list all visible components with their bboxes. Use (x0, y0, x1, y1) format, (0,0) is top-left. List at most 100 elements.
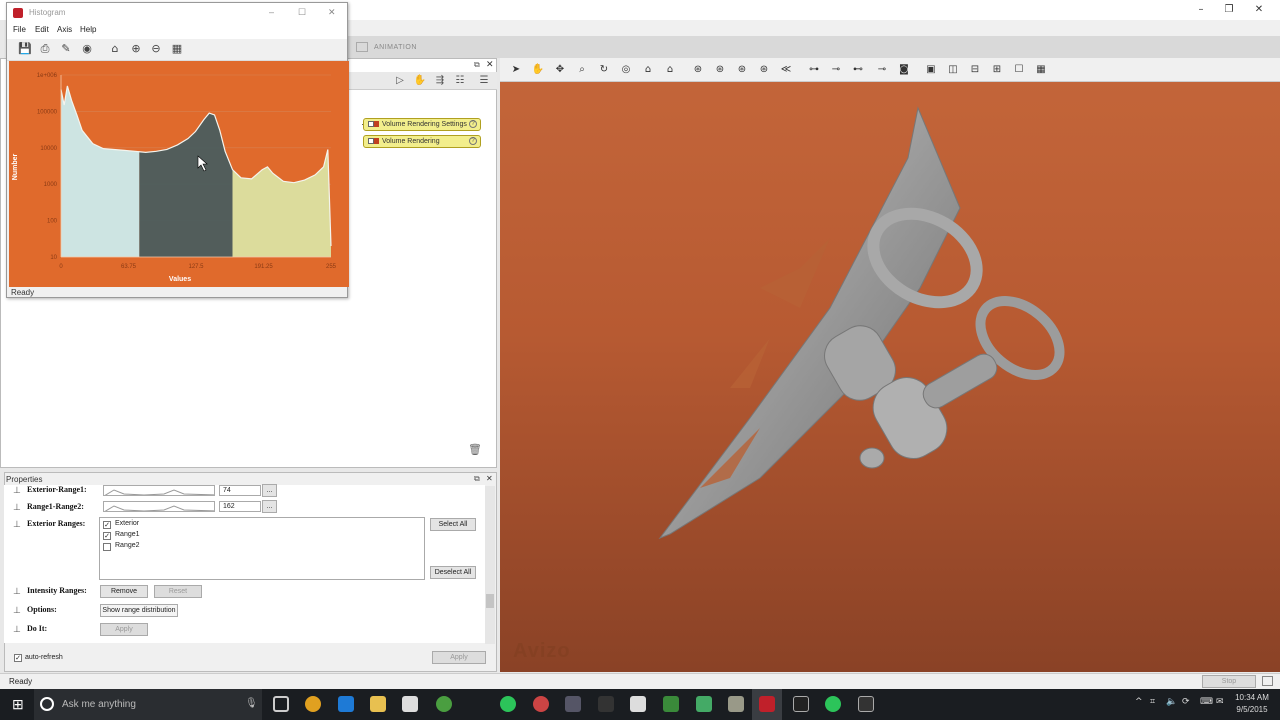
sync-icon[interactable]: ⟳ (1182, 697, 1190, 707)
view-z-icon[interactable]: ⊛ (755, 62, 773, 78)
maximize-icon[interactable]: ❐ (1214, 2, 1244, 18)
zoom-in-icon[interactable]: ⊕ (128, 41, 144, 57)
avizo-taskbar-icon[interactable] (759, 696, 775, 712)
menu-file[interactable]: File (13, 25, 26, 34)
app-icon-8[interactable] (793, 696, 809, 712)
home-icon[interactable]: ⌂ (639, 62, 657, 78)
stop-button[interactable]: Stop (1202, 675, 1256, 688)
help-icon[interactable]: ? (469, 137, 477, 145)
layout-single-icon[interactable]: ▣ (922, 62, 940, 78)
tab-animation[interactable]: ANIMATION (374, 40, 417, 56)
network-icon[interactable]: ⌗ (1150, 697, 1155, 707)
panel-close-icon[interactable]: ✕ (486, 474, 493, 483)
notifications-icon[interactable]: ✉ (1216, 697, 1224, 707)
menu-axis[interactable]: Axis (57, 25, 72, 34)
float-icon[interactable]: ⧉ (474, 474, 480, 484)
zoom-icon[interactable]: ⌕ (573, 62, 591, 78)
app-icon-1[interactable] (533, 696, 549, 712)
menu-help[interactable]: Help (80, 25, 96, 34)
module-volume-rendering[interactable]: Volume Rendering ? (363, 135, 481, 148)
range-checkbox-exterior[interactable]: ✓ (103, 521, 111, 529)
auto-refresh-checkbox[interactable]: ✓ (14, 654, 22, 662)
hand-icon[interactable]: ✋ (529, 62, 547, 78)
microphone-icon[interactable]: 🎙 (245, 698, 258, 709)
range-checkbox-range2[interactable] (103, 543, 111, 551)
pin-icon[interactable]: ⊥ (13, 605, 21, 615)
pin-icon[interactable]: ⊥ (13, 624, 21, 634)
app-icon-6[interactable] (696, 696, 712, 712)
keyboard-icon[interactable]: ⌨ (1200, 697, 1213, 707)
remove-button[interactable]: Remove (100, 585, 148, 598)
module-volume-rendering-settings[interactable]: Volume Rendering Settings ? (363, 118, 481, 131)
exterior-range1-more-button[interactable]: ... (262, 484, 277, 497)
view-x-icon[interactable]: ⊛ (711, 62, 729, 78)
view-y-icon[interactable]: ⊛ (733, 62, 751, 78)
float-icon[interactable]: ⧉ (474, 60, 480, 70)
task-view-icon[interactable] (273, 696, 289, 712)
trash-icon[interactable]: 🗑 (468, 443, 482, 456)
grid-icon[interactable]: ▦ (169, 41, 185, 57)
exterior-ranges-list[interactable]: ✓ Exterior ✓ Range1 Range2 (99, 517, 425, 580)
app-icon-3[interactable] (598, 696, 614, 712)
pin-icon[interactable]: ⊥ (13, 586, 21, 596)
minimize-icon[interactable]: – (269, 7, 274, 17)
range1-range2-field[interactable]: 162 (219, 501, 261, 512)
chrome-alt-icon[interactable] (436, 696, 452, 712)
close-icon[interactable]: ✕ (1244, 2, 1274, 18)
range1-range2-more-button[interactable]: ... (262, 500, 277, 513)
select-icon[interactable]: ▷ (392, 74, 408, 88)
app-icon-2[interactable] (565, 696, 581, 712)
scrollbar-thumb[interactable] (486, 594, 494, 608)
deselect-all-button[interactable]: Deselect All (430, 566, 476, 579)
menu-edit[interactable]: Edit (35, 25, 49, 34)
spotify-alt-icon[interactable] (825, 696, 841, 712)
measure-icon[interactable]: ⊶ (805, 62, 823, 78)
histogram-chart[interactable]: 1e+006 100000 10000 1000 100 100 63.75 127.5 191… (9, 61, 349, 287)
camera-icon[interactable]: ◙ (895, 62, 913, 78)
3d-viewer[interactable] (500, 58, 1280, 672)
ruler-icon[interactable]: ⊷ (849, 62, 867, 78)
pin-icon[interactable]: ⊥ (13, 519, 21, 529)
view-all-icon[interactable]: ⊛ (689, 62, 707, 78)
store-icon[interactable] (402, 696, 418, 712)
stereo-icon[interactable]: ⊸ (873, 62, 891, 78)
spotify-icon[interactable] (500, 696, 516, 712)
status-expand-icon[interactable] (1262, 676, 1273, 686)
hand-icon[interactable]: ✋ (412, 74, 428, 88)
snapshot-icon[interactable]: ◉ (79, 41, 95, 57)
layout-icon[interactable]: ⇶ (432, 74, 448, 88)
range-checkbox-range1[interactable]: ✓ (103, 532, 111, 540)
seek-icon[interactable]: ◎ (617, 62, 635, 78)
pick-icon[interactable]: ⊸ (827, 62, 845, 78)
pan-icon[interactable]: ✥ (551, 62, 569, 78)
do-it-apply-button[interactable]: Apply (100, 623, 148, 636)
volume-icon[interactable]: 🔈 (1166, 697, 1177, 707)
show-range-distribution-toggle[interactable]: Show range distribution (100, 604, 178, 617)
windows-start-icon[interactable]: ⊞ (12, 697, 24, 711)
clock-time[interactable]: 10:34 AM (1232, 693, 1272, 702)
panel-close-icon[interactable]: ✕ (486, 59, 494, 70)
minimize-icon[interactable]: – (1186, 2, 1216, 18)
layout-grid-icon[interactable]: ▦ (1032, 62, 1050, 78)
layout-two-icon[interactable]: ◫ (944, 62, 962, 78)
pin-icon[interactable]: ⊥ (13, 485, 21, 495)
select-all-button[interactable]: Select All (430, 518, 476, 531)
layout-empty-icon[interactable]: ☐ (1010, 62, 1028, 78)
apply-button[interactable]: Apply (432, 651, 486, 664)
layout-four-icon[interactable]: ⊞ (988, 62, 1006, 78)
reset-button[interactable]: Reset (154, 585, 202, 598)
set-home-icon[interactable]: ⌂ (661, 62, 679, 78)
clock-date[interactable]: 9/5/2015 (1232, 705, 1272, 714)
help-icon[interactable]: ? (469, 120, 477, 128)
home-icon[interactable]: ⌂ (107, 41, 123, 57)
pointer-icon[interactable]: ➤ (507, 62, 525, 78)
rotate-icon[interactable]: ↻ (595, 62, 613, 78)
app-icon-7[interactable] (728, 696, 744, 712)
close-icon[interactable]: ✕ (328, 7, 336, 18)
histogram-plot[interactable]: 1e+006 100000 10000 1000 100 10 0 63.75 127.5 191… (9, 61, 349, 287)
maximize-icon[interactable]: ☐ (298, 7, 306, 18)
properties-scrollbar[interactable] (485, 486, 495, 644)
chrome-icon[interactable] (305, 696, 321, 712)
zoom-out-icon[interactable]: ⊖ (148, 41, 164, 57)
color-icon[interactable]: ✎ (58, 41, 74, 57)
